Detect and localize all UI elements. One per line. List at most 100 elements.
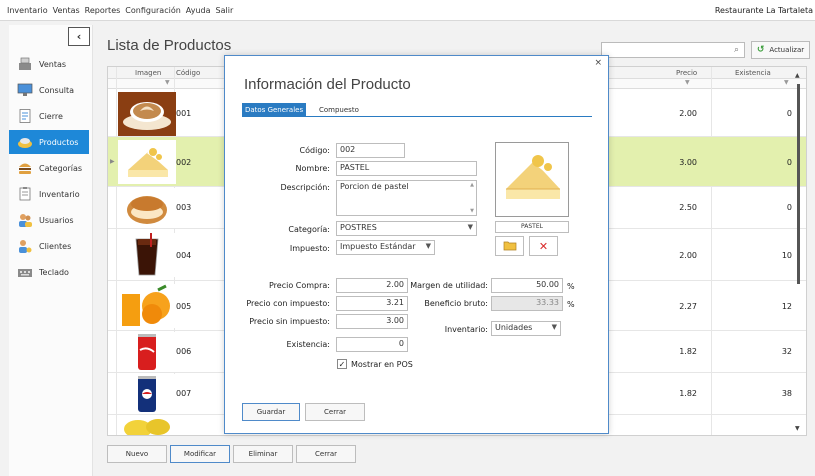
refresh-label: Actualizar — [769, 46, 805, 54]
margin-label: Margen de utilidad: — [410, 281, 488, 290]
row-price: 1.82 — [679, 389, 697, 398]
col-header-image[interactable]: Imagen — [135, 69, 161, 77]
row-price: 1.82 — [679, 347, 697, 356]
row-price: 3.00 — [679, 158, 697, 167]
delete-button[interactable]: Eliminar — [233, 445, 293, 463]
table-scrollbar[interactable]: ▲ ▼ — [795, 72, 802, 432]
clipboard-icon — [17, 187, 33, 201]
stock-field[interactable]: 0 — [336, 337, 408, 352]
sidebar-item-ventas[interactable]: Ventas — [9, 52, 89, 76]
price-tax-field[interactable]: 3.21 — [336, 296, 408, 311]
tax-select[interactable]: Impuesto Estándar ▼ — [336, 240, 435, 255]
document-icon — [17, 109, 33, 123]
sidebar-item-cierre[interactable]: Cierre — [9, 104, 89, 128]
menu-ayuda[interactable]: Ayuda — [186, 6, 211, 15]
menu-configuracion[interactable]: Configuración — [125, 6, 181, 15]
delete-icon: ✕ — [538, 239, 549, 253]
sidebar-item-label: Usuarios — [39, 215, 74, 225]
filter-icon[interactable]: ▼ — [165, 79, 170, 86]
sidebar-item-teclado[interactable]: Teclado — [9, 260, 89, 284]
page-title: Lista de Productos — [107, 37, 232, 54]
sidebar-item-clientes[interactable]: Clientes — [9, 234, 89, 258]
sidebar-item-productos[interactable]: Productos — [9, 130, 89, 154]
sidebar-item-label: Cierre — [39, 111, 63, 121]
close-list-button[interactable]: Cerrar — [296, 445, 356, 463]
col-header-code[interactable]: Código — [176, 69, 200, 77]
pepsi-can-image — [118, 374, 176, 414]
buy-price-field[interactable]: 2.00 — [336, 278, 408, 293]
price-notax-field[interactable]: 3.00 — [336, 314, 408, 329]
lemons-image — [118, 415, 176, 435]
chevron-down-icon: ▼ — [467, 223, 473, 231]
scroll-up-icon[interactable]: ▲ — [795, 72, 800, 79]
row-code: 004 — [176, 251, 192, 260]
back-button[interactable]: ‹ — [68, 27, 90, 46]
inventory-label: Inventario: — [444, 325, 488, 334]
new-button[interactable]: Nuevo — [107, 445, 167, 463]
close-icon[interactable]: × — [594, 58, 602, 68]
row-price: 2.00 — [679, 251, 697, 260]
category-label: Categoría: — [288, 225, 330, 234]
sidebar-item-categorias[interactable]: Categorías — [9, 156, 89, 180]
tab-datos-generales[interactable]: Datos Generales — [242, 103, 307, 117]
refresh-button[interactable]: ↺ Actualizar — [751, 41, 810, 59]
menu-bar: Inventario Ventas Reportes Configuración… — [0, 0, 815, 21]
row-stock: 0 — [786, 203, 792, 212]
price-notax-label: Precio sin impuesto: — [249, 317, 330, 326]
col-header-price[interactable]: Precio — [676, 69, 697, 77]
row-stock: 38 — [781, 389, 792, 398]
chevron-down-icon: ▼ — [551, 323, 557, 331]
row-code: 002 — [176, 158, 192, 167]
menu-salir[interactable]: Salir — [216, 6, 234, 15]
tab-compuesto[interactable]: Compuesto — [316, 103, 362, 117]
scroll-down-icon[interactable]: ▼ — [470, 208, 474, 214]
row-price: 2.50 — [679, 203, 697, 212]
chevron-left-icon: ‹ — [76, 30, 82, 43]
users-icon — [17, 213, 33, 227]
row-stock: 0 — [786, 158, 792, 167]
client-icon — [17, 239, 33, 253]
filter-icon[interactable]: ▼ — [685, 79, 690, 86]
search-icon: ⌕ — [733, 45, 739, 55]
oranges-image — [118, 284, 176, 328]
folder-icon — [503, 239, 517, 253]
name-field[interactable]: PASTEL — [336, 161, 477, 176]
open-image-button[interactable] — [495, 236, 524, 256]
price-tax-label: Precio con impuesto: — [246, 299, 330, 308]
row-code: 003 — [176, 203, 192, 212]
menu-inventario[interactable]: Inventario — [7, 6, 48, 15]
scroll-thumb[interactable] — [797, 84, 800, 284]
col-header-stock[interactable]: Existencia — [735, 69, 771, 77]
sidebar: ‹ Ventas Consulta Cierre Productos Categ… — [9, 25, 93, 476]
remove-image-button[interactable]: ✕ — [529, 236, 558, 256]
close-dialog-button[interactable]: Cerrar — [305, 403, 365, 421]
menu-ventas[interactable]: Ventas — [53, 6, 80, 15]
scroll-down-icon[interactable]: ▼ — [795, 425, 800, 432]
row-price: 2.27 — [679, 302, 697, 311]
show-pos-checkbox[interactable]: ✓ — [337, 359, 347, 369]
sidebar-item-consulta[interactable]: Consulta — [9, 78, 89, 102]
row-selected-marker: ▶ — [110, 158, 115, 165]
filter-icon[interactable]: ▼ — [784, 79, 789, 86]
code-label: Código: — [299, 146, 330, 155]
row-stock: 0 — [786, 109, 792, 118]
scroll-up-icon[interactable]: ▲ — [470, 182, 474, 188]
search-input[interactable]: ⌕ — [601, 42, 745, 58]
sidebar-item-label: Productos — [39, 137, 79, 147]
sidebar-item-inventario[interactable]: Inventario — [9, 182, 89, 206]
row-stock: 32 — [781, 347, 792, 356]
description-field[interactable]: Porcion de pastel ▲ ▼ — [336, 180, 477, 216]
sidebar-item-label: Inventario — [39, 189, 80, 199]
edit-button[interactable]: Modificar — [170, 445, 230, 463]
inventory-select[interactable]: Unidades ▼ — [491, 321, 561, 336]
chevron-down-icon: ▼ — [425, 242, 431, 250]
coffee-image — [118, 92, 176, 136]
sidebar-item-usuarios[interactable]: Usuarios — [9, 208, 89, 232]
menu-reportes[interactable]: Reportes — [85, 6, 121, 15]
percent-sign: % — [567, 300, 575, 309]
code-field[interactable]: 002 — [336, 143, 405, 158]
save-button[interactable]: Guardar — [242, 403, 300, 421]
category-select[interactable]: POSTRES ▼ — [336, 221, 477, 236]
row-stock: 12 — [781, 302, 792, 311]
margin-field[interactable]: 50.00 — [491, 278, 563, 293]
